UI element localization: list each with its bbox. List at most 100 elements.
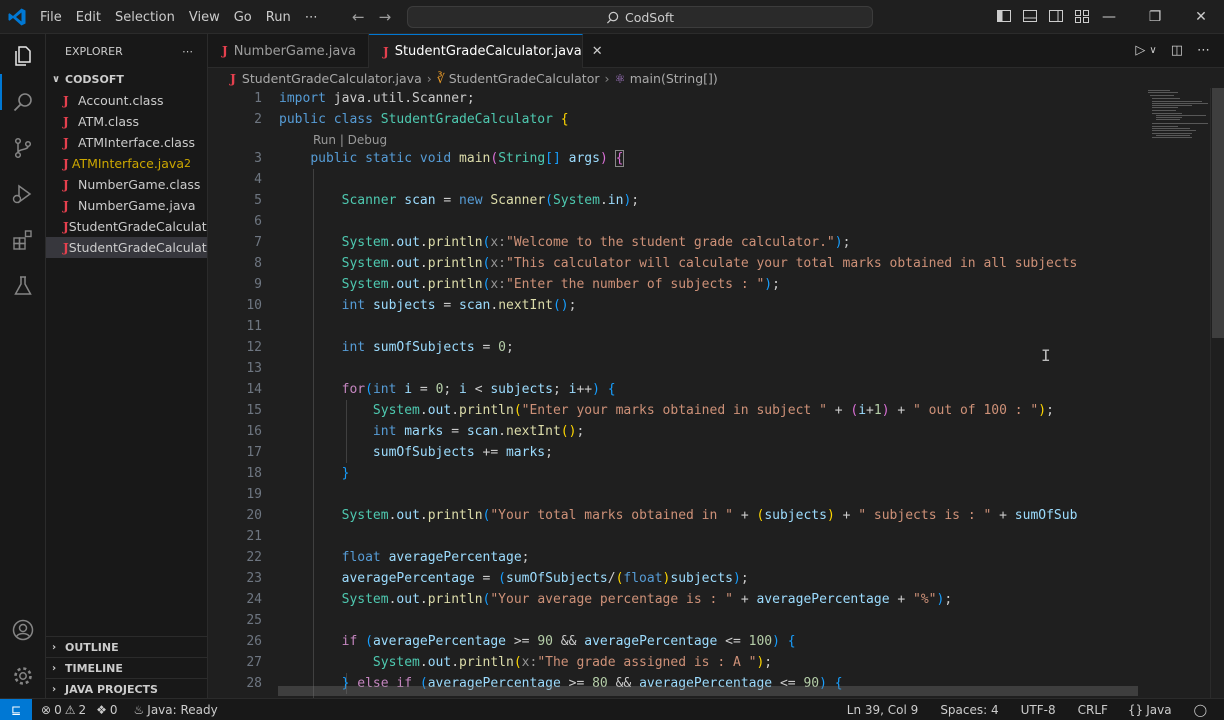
- breadcrumb-method[interactable]: main(String[]): [630, 71, 718, 86]
- run-debug-icon[interactable]: [11, 182, 35, 206]
- breadcrumb-file[interactable]: StudentGradeCalculator.java: [242, 71, 422, 86]
- search-icon[interactable]: [11, 90, 35, 114]
- file-item[interactable]: J NumberGame.java: [46, 195, 207, 216]
- bell-icon[interactable]: ◯: [1189, 703, 1212, 717]
- cursor-position[interactable]: Ln 39, Col 9: [842, 703, 924, 717]
- command-center-search[interactable]: CodSoft: [407, 6, 873, 28]
- file-item-warning[interactable]: J ATMInterface.java 2: [46, 153, 207, 174]
- menu-view[interactable]: View: [182, 10, 227, 25]
- antenna-icon: ❖: [96, 702, 107, 717]
- minimap[interactable]: [1138, 88, 1210, 698]
- breadcrumb-class[interactable]: StudentGradeCalculator: [449, 71, 600, 86]
- close-icon[interactable]: ✕: [592, 44, 603, 59]
- chevron-down-icon[interactable]: ∨: [1149, 45, 1156, 58]
- file-item-selected[interactable]: J StudentGradeCalculat...: [46, 237, 207, 258]
- menu-selection[interactable]: Selection: [108, 10, 182, 25]
- line-number: 19: [246, 487, 262, 502]
- file-item[interactable]: J ATMInterface.class: [46, 132, 207, 153]
- restore-icon[interactable]: ❐: [1132, 0, 1178, 34]
- explorer-header: EXPLORER ⋯: [46, 34, 207, 68]
- menu-edit[interactable]: Edit: [69, 10, 108, 25]
- error-icon: ⊗: [41, 702, 52, 717]
- title-bar: File Edit Selection View Go Run ⋯ ← → Co…: [0, 0, 1224, 34]
- warning-icon: ⚠: [64, 702, 76, 717]
- code-line: averagePercentage = (sumOfSubjects/(floa…: [341, 571, 749, 586]
- line-number: 12: [246, 340, 262, 355]
- file-label: StudentGradeCalculat...: [68, 240, 207, 255]
- workspace-folder[interactable]: ∨ CODSOFT: [46, 68, 207, 90]
- file-item[interactable]: J NumberGame.class: [46, 174, 207, 195]
- code-line: System.out.println(x:"Enter the number o…: [341, 277, 780, 292]
- toggle-primary-sidebar-icon[interactable]: [996, 8, 1012, 24]
- section-label: OUTLINE: [65, 640, 119, 654]
- tab-label: NumberGame.java: [233, 43, 356, 59]
- java-file-icon: J: [63, 114, 69, 129]
- file-item[interactable]: J ATM.class: [46, 111, 207, 132]
- menu-file[interactable]: File: [33, 10, 69, 25]
- indentation[interactable]: Spaces: 4: [935, 703, 1003, 717]
- code-editor[interactable]: 1 2 3 4 5 6 7 8 9 10 11 12 13 14 15 16 1…: [208, 88, 1138, 698]
- code-line: import java.util.Scanner;: [279, 91, 475, 106]
- end-of-line[interactable]: CRLF: [1073, 703, 1113, 717]
- java-projects-section[interactable]: › JAVA PROJECTS: [46, 678, 208, 699]
- run-java-icon[interactable]: ▷: [1135, 43, 1145, 58]
- split-editor-icon[interactable]: ◫: [1171, 43, 1183, 58]
- outline-section[interactable]: › OUTLINE: [46, 636, 208, 657]
- toggle-secondary-sidebar-icon[interactable]: [1048, 8, 1064, 24]
- close-window-icon[interactable]: ✕: [1178, 0, 1224, 34]
- extensions-icon[interactable]: [11, 228, 35, 252]
- more-actions-icon[interactable]: ⋯: [182, 45, 193, 58]
- toggle-panel-icon[interactable]: [1022, 8, 1038, 24]
- back-arrow-icon[interactable]: ←: [352, 8, 365, 26]
- menu-go[interactable]: Go: [227, 10, 259, 25]
- chevron-right-icon: ›: [52, 641, 57, 653]
- file-label: StudentGradeCalculat...: [68, 219, 207, 234]
- menu-run[interactable]: Run: [259, 10, 298, 25]
- text-cursor-icon: I: [1041, 346, 1051, 365]
- menu-more[interactable]: ⋯: [298, 10, 325, 25]
- horizontal-scrollbar[interactable]: [278, 686, 1138, 696]
- file-item[interactable]: J Account.class: [46, 90, 207, 111]
- code-line: Scanner scan = new Scanner(System.in);: [341, 193, 640, 208]
- forward-arrow-icon[interactable]: →: [379, 8, 392, 26]
- java-status[interactable]: ♨ Java: Ready: [129, 703, 223, 717]
- ports-indicator[interactable]: ❖ 0: [91, 703, 122, 717]
- minimize-icon[interactable]: —: [1086, 0, 1132, 34]
- line-number: 4: [254, 172, 262, 187]
- tab-number-game[interactable]: J NumberGame.java: [208, 34, 369, 68]
- account-icon[interactable]: [11, 618, 35, 642]
- code-area[interactable]: import java.util.Scanner; public class S…: [279, 88, 1138, 698]
- manage-gear-icon[interactable]: [11, 664, 35, 688]
- breadcrumb: J StudentGradeCalculator.java › ∛ Studen…: [208, 68, 1138, 88]
- line-number: 6: [254, 214, 262, 229]
- source-control-icon[interactable]: [11, 136, 35, 160]
- java-file-icon: J: [230, 70, 236, 86]
- remote-window-icon[interactable]: ⊑: [0, 698, 32, 720]
- chevron-down-icon: ∨: [52, 73, 61, 85]
- testing-icon[interactable]: [11, 274, 35, 298]
- scrollbar-thumb[interactable]: [1212, 88, 1224, 338]
- timeline-section[interactable]: › TIMELINE: [46, 657, 208, 678]
- java-file-icon: J: [63, 177, 69, 192]
- line-number: 25: [246, 613, 262, 628]
- line-number: 8: [254, 256, 262, 271]
- code-line: int subjects = scan.nextInt();: [341, 298, 577, 313]
- vertical-scrollbar[interactable]: [1210, 88, 1224, 698]
- activity-bar: [0, 34, 46, 698]
- problems-indicator[interactable]: ⊗ 0 ⚠ 2: [36, 703, 91, 717]
- language-mode[interactable]: {} Java: [1123, 703, 1177, 717]
- line-number: 13: [246, 361, 262, 376]
- section-label: TIMELINE: [65, 661, 123, 675]
- file-label: NumberGame.class: [78, 177, 201, 192]
- more-actions-icon[interactable]: ⋯: [1197, 43, 1210, 58]
- file-item[interactable]: J StudentGradeCalculat...: [46, 216, 207, 237]
- file-encoding[interactable]: UTF-8: [1016, 703, 1061, 717]
- file-label: ATM.class: [78, 114, 140, 129]
- tab-student-grade-calculator[interactable]: J StudentGradeCalculator.java ✕: [369, 34, 603, 68]
- code-line: System.out.println("Enter your marks obt…: [372, 403, 1054, 418]
- editor-tabs: J NumberGame.java J StudentGradeCalculat…: [208, 34, 1224, 68]
- problem-count-badge: 2: [184, 157, 191, 170]
- java-file-icon: J: [222, 44, 228, 58]
- chevron-right-icon: ›: [426, 70, 432, 86]
- files-icon[interactable]: [11, 44, 35, 68]
